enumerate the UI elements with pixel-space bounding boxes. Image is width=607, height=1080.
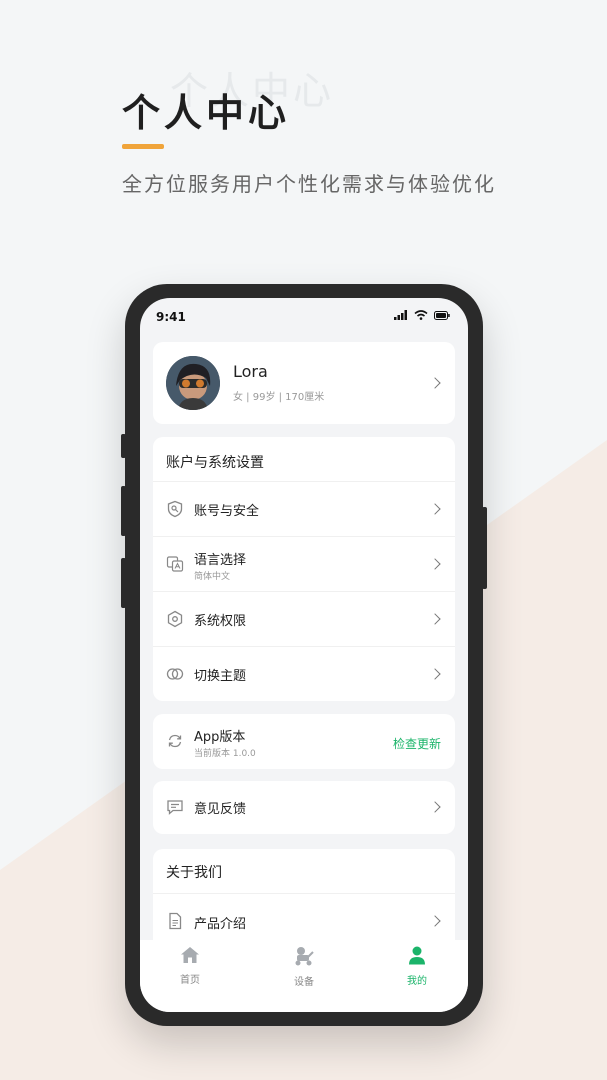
profile-name: Lora — [233, 362, 268, 381]
chevron-right-icon — [429, 668, 441, 680]
message-icon — [167, 800, 183, 815]
refresh-icon — [168, 734, 182, 748]
hexagon-gear-icon — [167, 610, 183, 628]
app-version-card: App版本 当前版本 1.0.0 检查更新 — [153, 714, 455, 769]
phone-power-button — [482, 507, 487, 589]
tab-label: 设备 — [294, 977, 314, 988]
settings-item-permissions[interactable]: 系统权限 — [153, 591, 455, 646]
tab-home[interactable]: 首页 — [150, 946, 230, 986]
tab-mine[interactable]: 我的 — [377, 946, 457, 987]
status-bar: 9:41 — [140, 298, 468, 336]
theme-toggle-icon — [166, 668, 184, 680]
profile-meta: 女 | 99岁 | 170厘米 — [233, 392, 325, 403]
wifi-icon — [414, 310, 428, 320]
settings-item-label: 账号与安全 — [194, 504, 260, 519]
chevron-right-icon — [429, 503, 441, 515]
chevron-right-icon — [429, 377, 441, 389]
robot-device-icon — [295, 947, 314, 966]
settings-card: 账户与系统设置 账号与安全 语言选择 简体中文 系统权限 切换主题 — [153, 437, 455, 701]
status-time: 9:41 — [156, 310, 186, 324]
hero-subtitle: 全方位服务用户个性化需求与体验优化 — [122, 172, 496, 196]
phone-side-button — [121, 486, 126, 536]
about-title: 关于我们 — [166, 865, 222, 881]
settings-title: 账户与系统设置 — [166, 455, 264, 471]
settings-item-language[interactable]: 语言选择 简体中文 — [153, 536, 455, 591]
feedback-label: 意见反馈 — [194, 802, 247, 817]
chevron-right-icon — [429, 915, 441, 927]
hero-title: 个人中心 — [122, 91, 291, 135]
chevron-right-icon — [429, 613, 441, 625]
hero-accent-bar — [122, 144, 164, 149]
phone-side-button — [121, 558, 126, 608]
chevron-right-icon — [429, 558, 441, 570]
app-version-label: App版本 — [194, 730, 246, 745]
profile-card[interactable]: Lora 女 | 99岁 | 170厘米 — [153, 342, 455, 424]
settings-item-label: 语言选择 — [194, 553, 247, 568]
check-update-link[interactable]: 检查更新 — [393, 735, 441, 752]
feedback-card[interactable]: 意见反馈 — [153, 781, 455, 834]
avatar-image — [166, 356, 220, 410]
settings-item-theme[interactable]: 切换主题 — [153, 646, 455, 701]
tab-label: 我的 — [407, 976, 427, 987]
phone-screen: 9:41 Lora 女 | 99岁 | 170厘米 账户与系统设置 账号与安全 … — [140, 298, 468, 1012]
avatar[interactable] — [166, 356, 220, 410]
battery-icon — [434, 310, 450, 320]
shield-key-icon — [167, 500, 183, 518]
tab-device[interactable]: 设备 — [264, 946, 344, 988]
settings-item-sub: 简体中文 — [194, 572, 231, 582]
app-version-current: 当前版本 1.0.0 — [194, 749, 256, 759]
about-item-label: 产品介绍 — [194, 917, 247, 932]
signal-icon — [394, 310, 407, 320]
chevron-right-icon — [429, 801, 441, 813]
phone-side-button — [121, 434, 126, 458]
hero-section: 个人中心 个人中心 全方位服务用户个性化需求与体验优化 — [122, 69, 494, 196]
user-icon — [409, 946, 425, 965]
translate-icon — [166, 556, 184, 572]
settings-item-label: 切换主题 — [194, 669, 247, 684]
bottom-tab-bar: 首页 设备 我的 — [140, 940, 468, 1012]
feedback-row[interactable]: 意见反馈 — [153, 780, 455, 835]
settings-item-label: 系统权限 — [194, 614, 247, 629]
settings-item-account-security[interactable]: 账号与安全 — [153, 481, 455, 536]
tab-label: 首页 — [180, 975, 200, 986]
document-icon — [169, 912, 182, 930]
home-icon — [181, 947, 199, 963]
app-version-row: App版本 当前版本 1.0.0 检查更新 — [153, 714, 455, 769]
